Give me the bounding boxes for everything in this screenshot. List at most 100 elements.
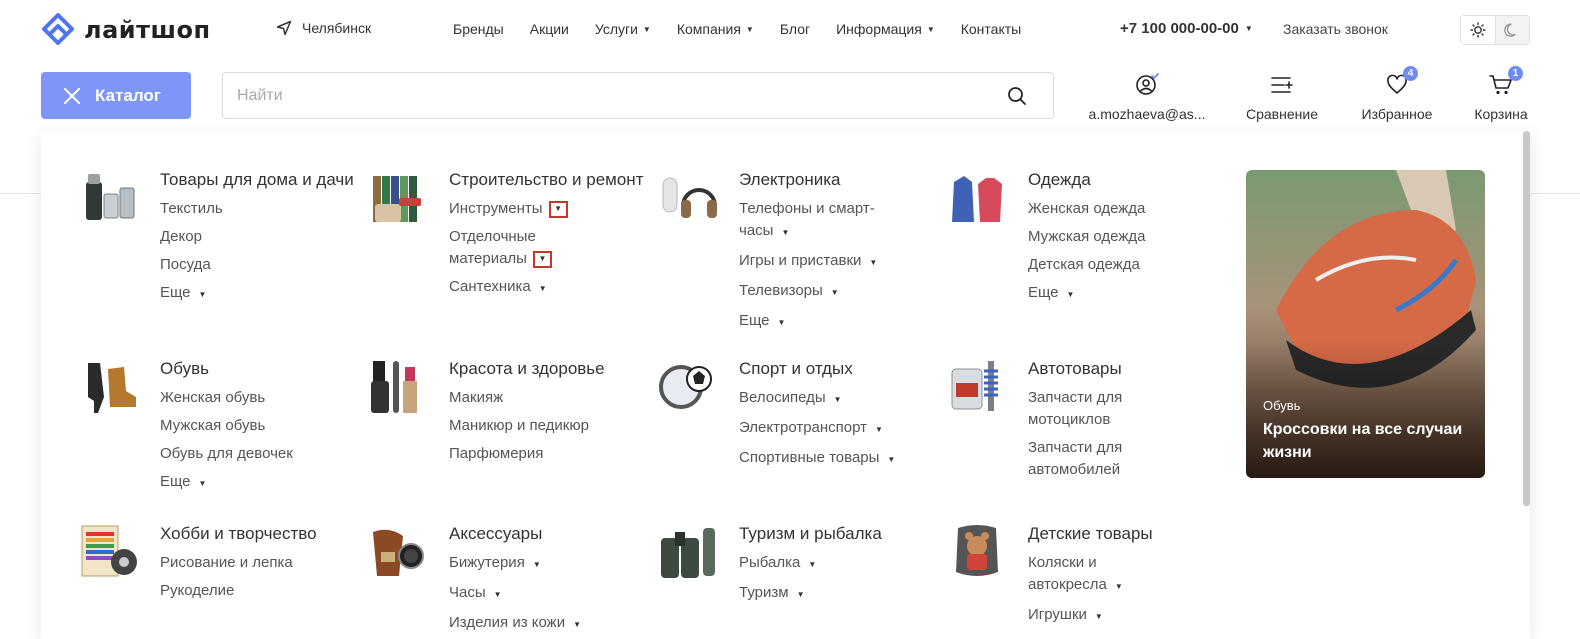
subcategory-link[interactable]: Телефоны и смарт-часы ▼ bbox=[739, 198, 889, 244]
show-more-link[interactable]: Еще ▼ bbox=[739, 310, 979, 334]
logo[interactable]: лайтшоп bbox=[40, 12, 211, 48]
subcategory-label: Телевизоры bbox=[739, 282, 823, 299]
subcategory-link[interactable]: Коляски и автокресла ▼ bbox=[1028, 552, 1148, 598]
subcategory-link[interactable]: Женская обувь bbox=[160, 387, 400, 409]
city-selector[interactable]: Челябинск bbox=[276, 20, 371, 36]
expand-caret-icon[interactable]: ▼ bbox=[548, 200, 568, 218]
category-title[interactable]: Автотовары bbox=[1028, 357, 1268, 380]
category-construction: Строительство и ремонт Инструменты ▼ Отде… bbox=[373, 168, 689, 306]
show-more-link[interactable]: Еще ▼ bbox=[160, 471, 400, 495]
subcategory-link[interactable]: Часы ▼ bbox=[449, 582, 689, 606]
nav-item-brands[interactable]: Бренды bbox=[453, 21, 504, 37]
subcategory-link[interactable]: Игрушки ▼ bbox=[1028, 604, 1268, 628]
subcategory-link[interactable]: Спортивные товары ▼ bbox=[739, 447, 979, 471]
cart-icon-wrap: 1 bbox=[1489, 66, 1523, 98]
category-title[interactable]: Электроника bbox=[739, 168, 979, 191]
subcategory-link[interactable]: Текстиль bbox=[160, 198, 400, 220]
account-button[interactable]: a.mozhaeva@as... bbox=[1086, 72, 1208, 122]
subcategory-link[interactable]: Сантехника ▼ bbox=[449, 276, 689, 300]
show-more-link[interactable]: Еще ▼ bbox=[1028, 282, 1268, 306]
subcategory-link[interactable]: Бижутерия ▼ bbox=[449, 552, 689, 576]
category-title[interactable]: Обувь bbox=[160, 357, 400, 380]
category-title[interactable]: Спорт и отдых bbox=[739, 357, 979, 380]
account-icon-wrap bbox=[1134, 72, 1160, 98]
subcategory-link[interactable]: Макияж bbox=[449, 387, 689, 409]
subcategory-label: Велосипеды bbox=[739, 389, 826, 406]
subcategory-link[interactable]: Инструменты ▼ bbox=[449, 198, 689, 220]
scrollbar[interactable] bbox=[1523, 131, 1530, 506]
subcategory-link[interactable]: Обувь для девочек bbox=[160, 443, 400, 465]
auto-parts-icon bbox=[951, 361, 998, 411]
caret-down-icon: ▼ bbox=[781, 228, 790, 237]
light-theme-button[interactable] bbox=[1461, 16, 1496, 44]
subcategory-link[interactable]: Отделочные материалы ▼ bbox=[449, 226, 567, 270]
subcategory-link[interactable]: Запчасти для мотоциклов bbox=[1028, 387, 1138, 431]
nav-item-promotions[interactable]: Акции bbox=[530, 21, 569, 37]
subcategory-link[interactable]: Парфюмерия bbox=[449, 443, 689, 465]
cosmetics-icon bbox=[371, 361, 417, 413]
callback-link[interactable]: Заказать звонок bbox=[1283, 21, 1388, 37]
subcategory-link[interactable]: Женская одежда bbox=[1028, 198, 1268, 220]
nav-item-services[interactable]: Услуги ▼ bbox=[595, 21, 651, 37]
cart-button[interactable]: 1 Корзина bbox=[1472, 66, 1530, 122]
logo-icon bbox=[42, 13, 74, 45]
search-bar bbox=[222, 72, 1054, 119]
category-title[interactable]: Красота и здоровье bbox=[449, 357, 689, 380]
compare-button[interactable]: Сравнение bbox=[1244, 72, 1320, 122]
subcategory-link[interactable]: Рыбалка ▼ bbox=[739, 552, 979, 576]
subcategory-link[interactable]: Маникюр и педикюр bbox=[449, 415, 689, 437]
phone-dropdown[interactable]: +7 100 000-00-00 ▼ bbox=[1120, 20, 1253, 37]
theme-toggle[interactable] bbox=[1460, 15, 1530, 45]
subcategory-label: Бижутерия bbox=[449, 554, 525, 571]
category-shoes: Обувь Женская обувь Мужская обувь Обувь … bbox=[88, 357, 400, 501]
search-button[interactable] bbox=[995, 86, 1039, 106]
nav-item-information[interactable]: Информация ▼ bbox=[836, 21, 935, 37]
user-verified-icon bbox=[1136, 73, 1159, 95]
subcategory-label: Телефоны и смарт-часы bbox=[739, 200, 875, 239]
subcategory-link[interactable]: Мужская обувь bbox=[160, 415, 400, 437]
art-supplies-icon bbox=[81, 525, 137, 577]
subcategory-link[interactable]: Посуда bbox=[160, 254, 400, 276]
catalog-button[interactable]: Каталог bbox=[41, 72, 191, 119]
subcategory-link[interactable]: Детская одежда bbox=[1028, 254, 1268, 276]
subcategory-label: Рыбалка bbox=[739, 554, 801, 571]
nav-label: Бренды bbox=[453, 21, 504, 37]
favorites-count-badge: 4 bbox=[1403, 66, 1418, 81]
promo-banner[interactable]: Обувь Кроссовки на все случаи жизни bbox=[1246, 170, 1485, 478]
category-title[interactable]: Детские товары bbox=[1028, 522, 1268, 545]
subcategory-link[interactable]: Телевизоры ▼ bbox=[739, 280, 979, 304]
search-input[interactable] bbox=[223, 73, 995, 118]
subcategory-link[interactable]: Велосипеды ▼ bbox=[739, 387, 979, 411]
expand-caret-icon[interactable]: ▼ bbox=[532, 250, 552, 268]
electronics-icon bbox=[662, 177, 717, 218]
nav-label: Информация bbox=[836, 21, 922, 37]
subcategory-link[interactable]: Запчасти для автомобилей bbox=[1028, 437, 1138, 481]
caret-down-icon: ▼ bbox=[926, 24, 935, 34]
subcategory-link[interactable]: Рукоделие bbox=[160, 580, 400, 602]
subcategory-link[interactable]: Мужская одежда bbox=[1028, 226, 1268, 248]
subcategory-link[interactable]: Изделия из кожи ▼ bbox=[449, 612, 689, 636]
subcategory-link[interactable]: Электротранспорт ▼ bbox=[739, 417, 979, 441]
category-title[interactable]: Туризм и рыбалка bbox=[739, 522, 979, 545]
show-more-label: Еще bbox=[739, 312, 770, 329]
subcategory-link[interactable]: Игры и приставки ▼ bbox=[739, 250, 979, 274]
favorites-label: Избранное bbox=[1361, 106, 1433, 122]
subcategory-link[interactable]: Рисование и лепка bbox=[160, 552, 400, 574]
nav-label: Услуги bbox=[594, 21, 638, 37]
category-title[interactable]: Аксессуары bbox=[449, 522, 689, 545]
category-title[interactable]: Одежда bbox=[1028, 168, 1268, 191]
nav-item-company[interactable]: Компания ▼ bbox=[677, 21, 754, 37]
dark-theme-button[interactable] bbox=[1495, 16, 1529, 44]
logo-text: лайтшоп bbox=[84, 16, 211, 44]
close-icon bbox=[64, 87, 80, 104]
favorites-button[interactable]: 4 Избранное bbox=[1358, 66, 1436, 122]
subcategory-link[interactable]: Туризм ▼ bbox=[739, 582, 979, 606]
subcategory-link[interactable]: Декор bbox=[160, 226, 400, 248]
category-title[interactable]: Товары для дома и дачи bbox=[160, 168, 400, 191]
nav-item-contacts[interactable]: Контакты bbox=[961, 21, 1021, 37]
show-more-link[interactable]: Еще ▼ bbox=[160, 282, 400, 306]
nav-item-blog[interactable]: Блог bbox=[780, 21, 810, 37]
category-title[interactable]: Хобби и творчество bbox=[160, 522, 400, 545]
caret-down-icon: ▼ bbox=[796, 590, 805, 599]
category-title[interactable]: Строительство и ремонт bbox=[449, 168, 689, 191]
